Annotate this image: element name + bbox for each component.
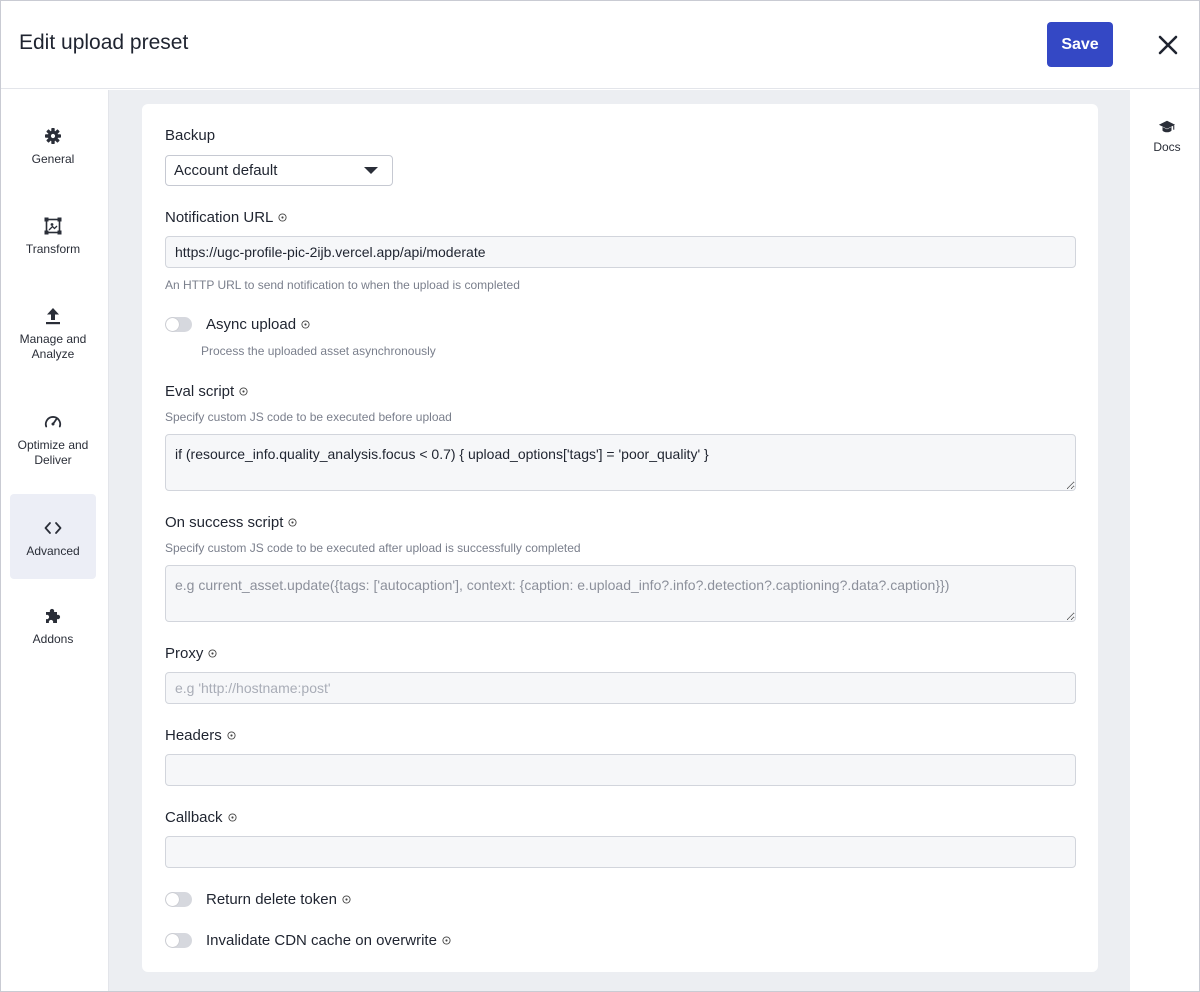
return-delete-token-toggle[interactable] — [165, 892, 192, 907]
gear-icon — [45, 128, 61, 144]
chevron-down-icon — [364, 167, 378, 174]
headers-label: Headers — [165, 727, 236, 744]
sidebar-item-transform[interactable]: Transform — [10, 216, 96, 266]
crop-icon — [44, 217, 62, 235]
info-icon[interactable] — [342, 895, 351, 904]
sidebar-item-label: Manage and Analyze — [19, 332, 87, 361]
save-button[interactable]: Save — [1047, 22, 1113, 67]
notification-url-label: Notification URL — [165, 209, 287, 226]
async-upload-help: Process the uploaded asset asynchronousl… — [201, 344, 436, 358]
toggle-knob — [166, 318, 179, 331]
eval-script-help: Specify custom JS code to be executed be… — [165, 410, 452, 424]
close-button[interactable] — [1151, 28, 1185, 62]
on-success-script-textarea[interactable] — [165, 565, 1076, 622]
on-success-script-help: Specify custom JS code to be executed af… — [165, 541, 581, 555]
invalidate-cdn-toggle[interactable] — [165, 933, 192, 948]
docs-label: Docs — [1153, 140, 1181, 154]
info-icon[interactable] — [208, 649, 217, 658]
sidebar-item-general[interactable]: General — [10, 126, 96, 176]
info-icon[interactable] — [288, 518, 297, 527]
eval-script-label: Eval script — [165, 383, 248, 400]
code-icon — [44, 522, 62, 534]
sidebar-item-advanced[interactable]: Advanced — [10, 494, 96, 579]
on-success-script-label: On success script — [165, 514, 297, 531]
async-upload-label: Async upload — [206, 316, 310, 333]
info-icon[interactable] — [227, 813, 237, 822]
callback-label: Callback — [165, 809, 237, 826]
info-icon[interactable] — [278, 213, 287, 222]
page-title: Edit upload preset — [19, 31, 189, 54]
puzzle-icon — [46, 608, 61, 623]
sidebar-item-label: Addons — [32, 632, 74, 646]
edit-upload-preset-dialog: Edit upload preset Save General Transfor… — [0, 0, 1200, 992]
backup-select-value: Account default — [174, 162, 278, 179]
gauge-icon — [44, 416, 62, 428]
sidebar-item-label: General — [31, 152, 75, 166]
settings-card: Backup Account default Notification URL … — [142, 104, 1098, 972]
docs-link[interactable]: Docs — [1138, 118, 1196, 154]
notification-url-input[interactable] — [165, 236, 1076, 268]
close-icon — [1158, 35, 1178, 55]
sidebar-item-label: Optimize and Deliver — [17, 438, 89, 467]
graduation-cap-icon — [1158, 120, 1176, 133]
return-delete-token-label: Return delete token — [206, 891, 351, 908]
sidebar-item-optimize-and-deliver[interactable]: Optimize and Deliver — [10, 412, 96, 468]
callback-input[interactable] — [165, 836, 1076, 868]
backup-select[interactable]: Account default — [165, 155, 393, 186]
invalidate-cdn-label: Invalidate CDN cache on overwrite — [206, 932, 451, 949]
sidebar-item-manage-and-analyze[interactable]: Manage and Analyze — [10, 306, 96, 362]
proxy-label: Proxy — [165, 645, 217, 662]
info-icon[interactable] — [301, 320, 310, 329]
main-panel: Backup Account default Notification URL … — [109, 90, 1130, 991]
dialog-header: Edit upload preset Save — [1, 1, 1199, 89]
sidebar: General Transform Manage and Analyze Opt… — [1, 90, 109, 991]
upload-icon — [46, 308, 60, 325]
toggle-knob — [166, 893, 179, 906]
right-sidebar: Docs — [1130, 90, 1199, 991]
info-icon[interactable] — [442, 936, 451, 945]
sidebar-item-label: Advanced — [26, 544, 80, 558]
headers-input[interactable] — [165, 754, 1076, 786]
info-icon[interactable] — [227, 731, 236, 740]
proxy-input[interactable] — [165, 672, 1076, 704]
backup-label: Backup — [165, 127, 216, 144]
toggle-knob — [166, 934, 179, 947]
notification-url-help: An HTTP URL to send notification to when… — [165, 278, 520, 292]
sidebar-item-addons[interactable]: Addons — [10, 606, 96, 656]
sidebar-item-label: Transform — [25, 242, 81, 256]
info-icon[interactable] — [239, 387, 248, 396]
eval-script-textarea[interactable]: if (resource_info.quality_analysis.focus… — [165, 434, 1076, 491]
async-upload-toggle[interactable] — [165, 317, 192, 332]
